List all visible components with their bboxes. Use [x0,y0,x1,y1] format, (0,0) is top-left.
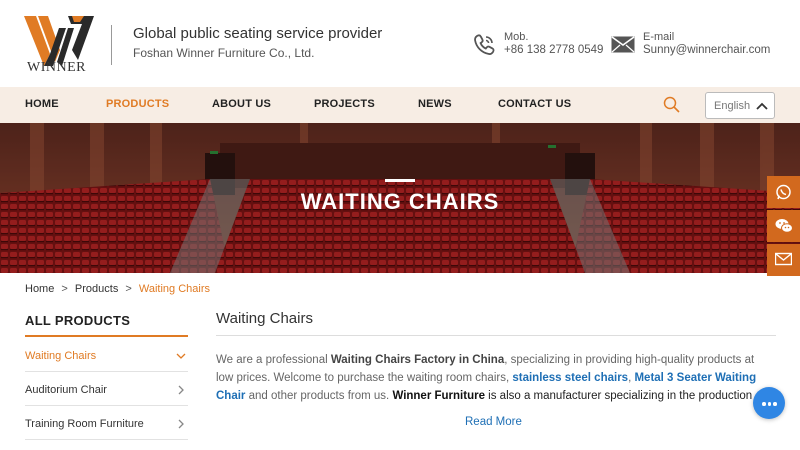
section-title: Waiting Chairs [216,310,313,327]
chat-icon[interactable] [753,387,785,419]
chat-dot [773,402,777,406]
chevron-right-icon [178,385,184,395]
read-more-link[interactable]: Read More [465,416,522,428]
breadcrumb: Home > Products > Waiting Chairs [25,283,210,295]
mob-label: Mob. [504,31,529,43]
breadcrumb-home[interactable]: Home [25,283,54,295]
language-label: English [714,100,751,112]
nav-projects[interactable]: PROJECTS [314,98,375,110]
site-header: WINNER Global public seating service pro… [0,0,800,87]
link-stainless-steel-chairs[interactable]: stainless steel chairs [512,372,628,384]
search-icon[interactable] [663,96,680,113]
site-tagline: Global public seating service provider [133,25,383,42]
language-selector[interactable]: English [705,92,775,119]
sidebar-item-label: Waiting Chairs [25,350,97,362]
breadcrumb-separator: > [61,283,68,295]
email-button[interactable] [767,244,800,276]
sidebar-title: ALL PRODUCTS [25,313,131,328]
whatsapp-icon [776,184,791,200]
mail-icon [775,252,792,266]
desc-bold-text: Waiting Chairs Factory in China [330,354,505,366]
sidebar-item-auditorium-chair[interactable]: Auditorium Chair [25,372,188,406]
desc-text: and other products from us. [245,390,393,402]
nav-products[interactable]: PRODUCTS [106,98,169,110]
email-label: E-mail [643,31,675,43]
header-divider [111,25,112,65]
mob-number[interactable]: +86 138 2778 0549 [504,44,603,56]
chevron-right-icon [178,419,184,429]
mail-icon [611,36,635,53]
breadcrumb-products[interactable]: Products [75,283,118,295]
wechat-icon [775,219,793,233]
main-nav: HOME PRODUCTS ABOUT US PROJECTS NEWS CON… [0,87,800,123]
sidebar-title-underline [25,335,188,337]
breadcrumb-separator: > [125,283,132,295]
nav-home[interactable]: HOME [25,98,59,110]
desc-text: We are a professional [216,354,331,366]
page-banner: WAITING CHAIRS [0,123,800,273]
whatsapp-button[interactable] [767,176,800,208]
chat-dot [762,402,766,406]
nav-contact-us[interactable]: CONTACT US [498,98,571,110]
chevron-down-icon [176,353,186,359]
banner-accent-bar [385,179,415,182]
sidebar-item-label: Auditorium Chair [25,384,107,396]
nav-about-us[interactable]: ABOUT US [212,98,271,110]
category-description: We are a professional Waiting Chairs Fac… [216,351,772,408]
logo-wordmark: WINNER [27,60,86,75]
banner-title: WAITING CHAIRS [300,189,500,214]
breadcrumb-current: Waiting Chairs [138,283,211,295]
sidebar-item-label: Training Room Furniture [25,418,144,430]
email-address[interactable]: Sunny@winnerchair.com [643,44,770,56]
sidebar-item-training-room-furniture[interactable]: Training Room Furniture [25,406,188,440]
chat-dot [767,402,771,406]
chevron-up-icon [756,102,768,110]
phone-icon [474,34,495,55]
nav-news[interactable]: NEWS [418,98,452,110]
desc-bold-text: Winner Furniture [392,390,485,402]
wechat-button[interactable] [767,210,800,242]
sidebar-item-waiting-chairs[interactable]: Waiting Chairs [25,338,188,372]
page: WINNER Global public seating service pro… [0,0,800,450]
section-divider [216,335,776,336]
company-name: Foshan Winner Furniture Co., Ltd. [133,46,315,60]
